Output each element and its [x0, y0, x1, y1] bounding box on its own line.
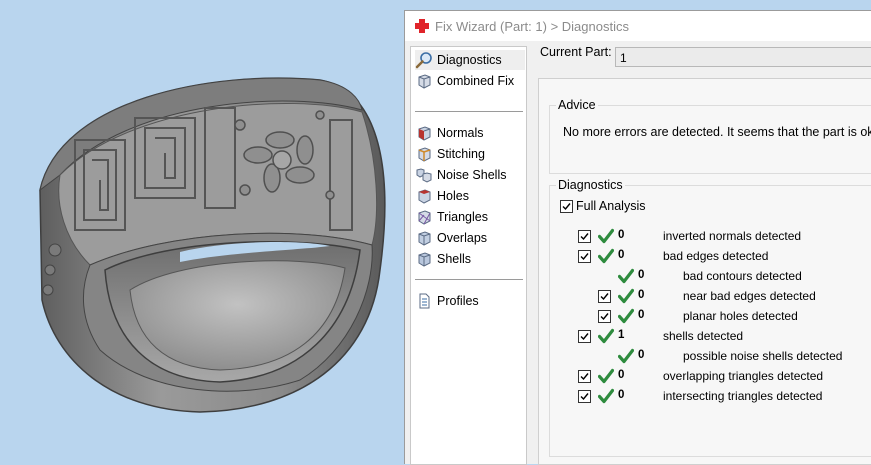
stitching-cube-icon: [418, 147, 431, 162]
nav-item-diagnostics[interactable]: Diagnostics: [415, 50, 525, 70]
diagnostic-count: 0: [638, 349, 645, 361]
nav-label: Stitching: [437, 147, 485, 161]
document-icon: [419, 293, 430, 309]
wizard-nav: Diagnostics Combined Fix Normals Stitchi…: [410, 46, 527, 465]
diagnostic-count: 0: [638, 289, 645, 301]
overlaps-cube-icon: [418, 231, 431, 246]
diagnostic-checkbox[interactable]: [578, 250, 591, 263]
nav-item-combined-fix[interactable]: Combined Fix: [415, 71, 525, 91]
nav-item-holes[interactable]: Holes: [415, 186, 525, 206]
nav-item-shells[interactable]: Shells: [415, 249, 525, 269]
noise-shells-icon: [416, 168, 432, 183]
green-check-icon: [618, 308, 634, 324]
diagnostic-count: 0: [638, 309, 645, 321]
diagnostic-checkbox[interactable]: [578, 390, 591, 403]
nav-label: Combined Fix: [437, 74, 515, 88]
full-analysis-checkbox[interactable]: [560, 200, 573, 213]
diagnostic-count: 0: [618, 389, 625, 401]
diagnostic-label: overlapping triangles detected: [663, 369, 824, 383]
shells-cube-icon: [418, 252, 431, 267]
advice-title: Advice: [556, 98, 598, 112]
nav-item-noise-shells[interactable]: Noise Shells: [415, 165, 525, 185]
red-cross-icon: [415, 19, 429, 33]
green-check-icon: [598, 328, 614, 344]
nav-label: Normals: [437, 126, 484, 140]
diagnostic-label: possible noise shells detected: [683, 349, 843, 363]
normals-cube-icon: [418, 126, 431, 141]
diagnostic-label: planar holes detected: [683, 309, 798, 323]
advice-text: No more errors are detected. It seems th…: [563, 125, 871, 139]
full-analysis-label: Full Analysis: [576, 199, 646, 213]
nav-label: Diagnostics: [437, 53, 502, 67]
diagnostic-checkbox[interactable]: [578, 330, 591, 343]
nav-item-overlaps[interactable]: Overlaps: [415, 228, 525, 248]
diagnostic-checkbox[interactable]: [598, 310, 611, 323]
nav-item-normals[interactable]: Normals: [415, 123, 525, 143]
diagnostic-label: intersecting triangles detected: [663, 389, 823, 403]
green-check-icon: [618, 348, 634, 364]
nav-label: Triangles: [437, 210, 488, 224]
diagnostic-count: 1: [618, 329, 625, 341]
nav-label: Profiles: [437, 294, 479, 308]
3d-viewport[interactable]: [0, 0, 405, 464]
nav-item-triangles[interactable]: Triangles: [415, 207, 525, 227]
advice-group: Advice No more errors are detected. It s…: [549, 98, 871, 174]
nav-item-stitching[interactable]: Stitching: [415, 144, 525, 164]
diagnostics-title: Diagnostics: [556, 178, 625, 192]
diagnostic-checkbox[interactable]: [578, 370, 591, 383]
diagnostic-count: 0: [618, 229, 625, 241]
diagnostic-checkbox[interactable]: [578, 230, 591, 243]
diagnostic-label: bad edges detected: [663, 249, 769, 263]
diagnostics-group: Diagnostics Full Analysis 0 inverted norm…: [549, 178, 871, 457]
diagnostics-panel: Advice No more errors are detected. It s…: [538, 78, 871, 465]
nav-label: Overlaps: [437, 231, 488, 245]
triangles-cube-icon: [418, 210, 431, 225]
diagnostic-label: bad contours detected: [683, 269, 802, 283]
green-check-icon: [598, 388, 614, 404]
window-title: Fix Wizard (Part: 1) > Diagnostics: [435, 19, 629, 34]
diagnostic-count: 0: [638, 269, 645, 281]
green-check-icon: [618, 288, 634, 304]
green-check-icon: [598, 248, 614, 264]
diagnostic-count: 0: [618, 369, 625, 381]
green-check-icon: [598, 368, 614, 384]
nav-separator: [415, 279, 523, 280]
nav-label: Holes: [437, 189, 469, 203]
diagnostic-label: near bad edges detected: [683, 289, 816, 303]
diagnostic-label: inverted normals detected: [663, 229, 802, 243]
diagnostic-count: 0: [618, 249, 625, 261]
current-part-label: Current Part:: [540, 45, 612, 59]
nav-item-profiles[interactable]: Profiles: [415, 291, 525, 311]
diagnostic-label: shells detected: [663, 329, 744, 343]
nav-separator: [415, 111, 523, 112]
fix-wizard-dialog: Fix Wizard (Part: 1) > Diagnostics Diagn…: [404, 10, 871, 465]
nav-label: Noise Shells: [437, 168, 507, 182]
current-part-field: 1: [615, 47, 871, 67]
title-bar[interactable]: Fix Wizard (Part: 1) > Diagnostics: [405, 11, 871, 41]
green-check-icon: [618, 268, 634, 284]
cube-icon: [418, 74, 431, 89]
holes-cube-icon: [418, 189, 431, 204]
diagnostic-checkbox[interactable]: [598, 290, 611, 303]
ring-model: [39, 77, 386, 413]
magnifier-icon: [415, 52, 432, 69]
green-check-icon: [598, 228, 614, 244]
nav-label: Shells: [437, 252, 472, 266]
